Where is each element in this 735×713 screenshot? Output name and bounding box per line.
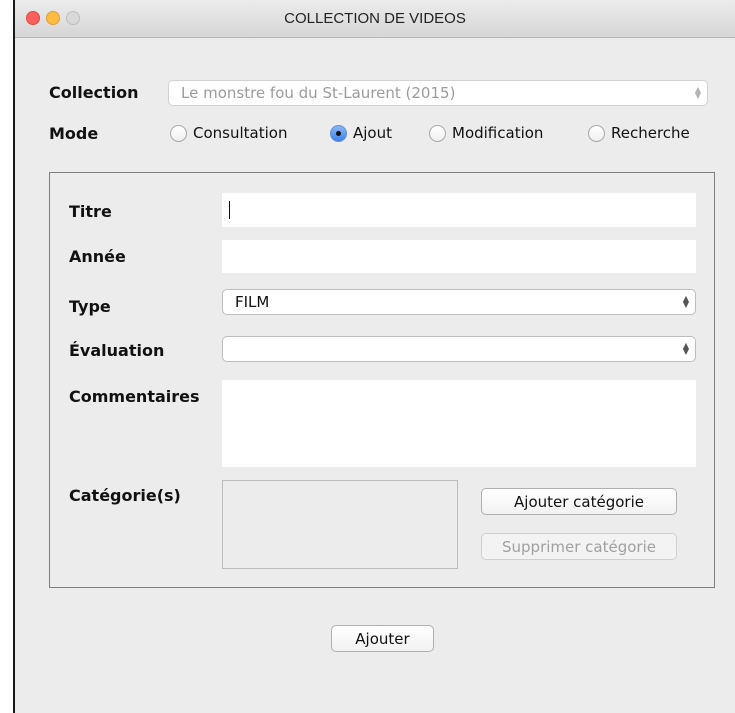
minimize-icon[interactable]: [46, 11, 60, 25]
collection-label: Collection: [49, 83, 139, 102]
chevron-up-down-icon: ▲ ▼: [682, 294, 689, 309]
categories-list[interactable]: [222, 480, 458, 569]
close-icon[interactable]: [26, 11, 40, 25]
titre-label: Titre: [69, 202, 112, 221]
radio-modification[interactable]: Modification: [429, 124, 543, 142]
app-window: COLLECTION DE VIDEOS Collection Le monst…: [13, 0, 735, 713]
type-value: FILM: [235, 293, 270, 311]
title-bar[interactable]: COLLECTION DE VIDEOS: [15, 0, 735, 38]
type-label: Type: [69, 297, 111, 316]
type-select[interactable]: FILM ▲ ▼: [222, 289, 696, 315]
submit-button[interactable]: Ajouter: [331, 625, 434, 652]
commentaires-label: Commentaires: [69, 387, 200, 406]
evaluation-select[interactable]: ▲ ▼: [222, 336, 696, 362]
radio-button[interactable]: [170, 124, 187, 142]
evaluation-label: Évaluation: [69, 341, 165, 360]
chevron-up-down-icon: ▲ ▼: [694, 85, 701, 100]
collection-value: Le monstre fou du St-Laurent (2015): [181, 84, 456, 102]
radio-label-modification: Modification: [452, 124, 544, 142]
categories-label: Catégorie(s): [69, 486, 181, 505]
remove-category-button[interactable]: Supprimer catégorie: [481, 533, 677, 560]
radio-label-consultation: Consultation: [193, 124, 288, 142]
collection-select[interactable]: Le monstre fou du St-Laurent (2015) ▲ ▼: [168, 80, 708, 106]
annee-label: Année: [69, 247, 126, 266]
radio-consultation[interactable]: Consultation: [170, 124, 287, 142]
window-title: COLLECTION DE VIDEOS: [284, 10, 466, 27]
form-panel: Titre Année Type FILM ▲ ▼ Évaluation ▲ ▼ C…: [49, 172, 715, 588]
radio-button-checked[interactable]: [330, 124, 347, 142]
chevron-up-down-icon: ▲ ▼: [682, 341, 689, 356]
radio-recherche[interactable]: Recherche: [588, 124, 690, 142]
zoom-icon[interactable]: [66, 11, 80, 25]
add-category-button[interactable]: Ajouter catégorie: [481, 488, 677, 515]
radio-label-ajout: Ajout: [353, 124, 392, 142]
text-caret: [229, 201, 230, 219]
mode-label: Mode: [49, 124, 99, 143]
commentaires-textarea[interactable]: [222, 380, 696, 467]
radio-ajout[interactable]: Ajout: [330, 124, 392, 142]
annee-input[interactable]: [222, 240, 696, 273]
radio-label-recherche: Recherche: [611, 124, 690, 142]
radio-button[interactable]: [429, 124, 446, 142]
radio-button[interactable]: [588, 124, 605, 142]
titre-input[interactable]: [222, 193, 696, 227]
